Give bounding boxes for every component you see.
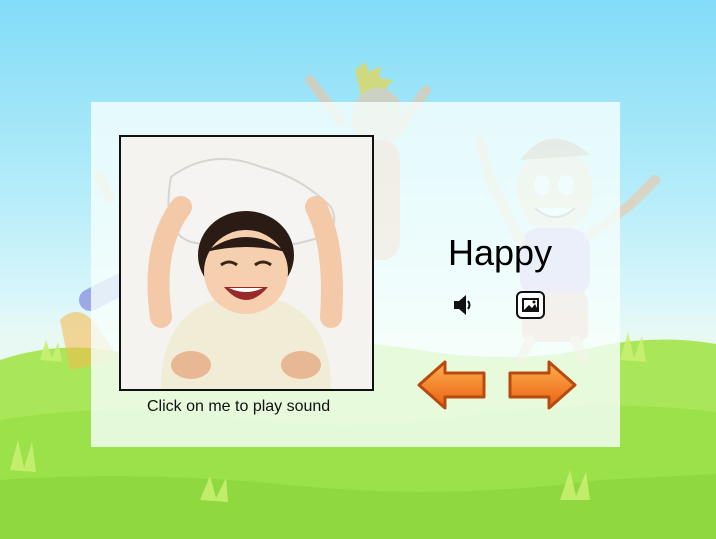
background-scene: Click on me to play sound Happy: [0, 0, 716, 539]
photo-caption: Click on me to play sound: [147, 398, 331, 415]
arrow-left-icon[interactable]: [417, 360, 487, 410]
vocabulary-word: Happy: [448, 232, 553, 273]
word-photo[interactable]: [119, 135, 374, 391]
picture-icon[interactable]: [516, 291, 545, 319]
boy-photo-illustration: [121, 137, 372, 389]
speaker-icon[interactable]: [452, 293, 474, 317]
arrow-right-icon[interactable]: [507, 360, 577, 410]
